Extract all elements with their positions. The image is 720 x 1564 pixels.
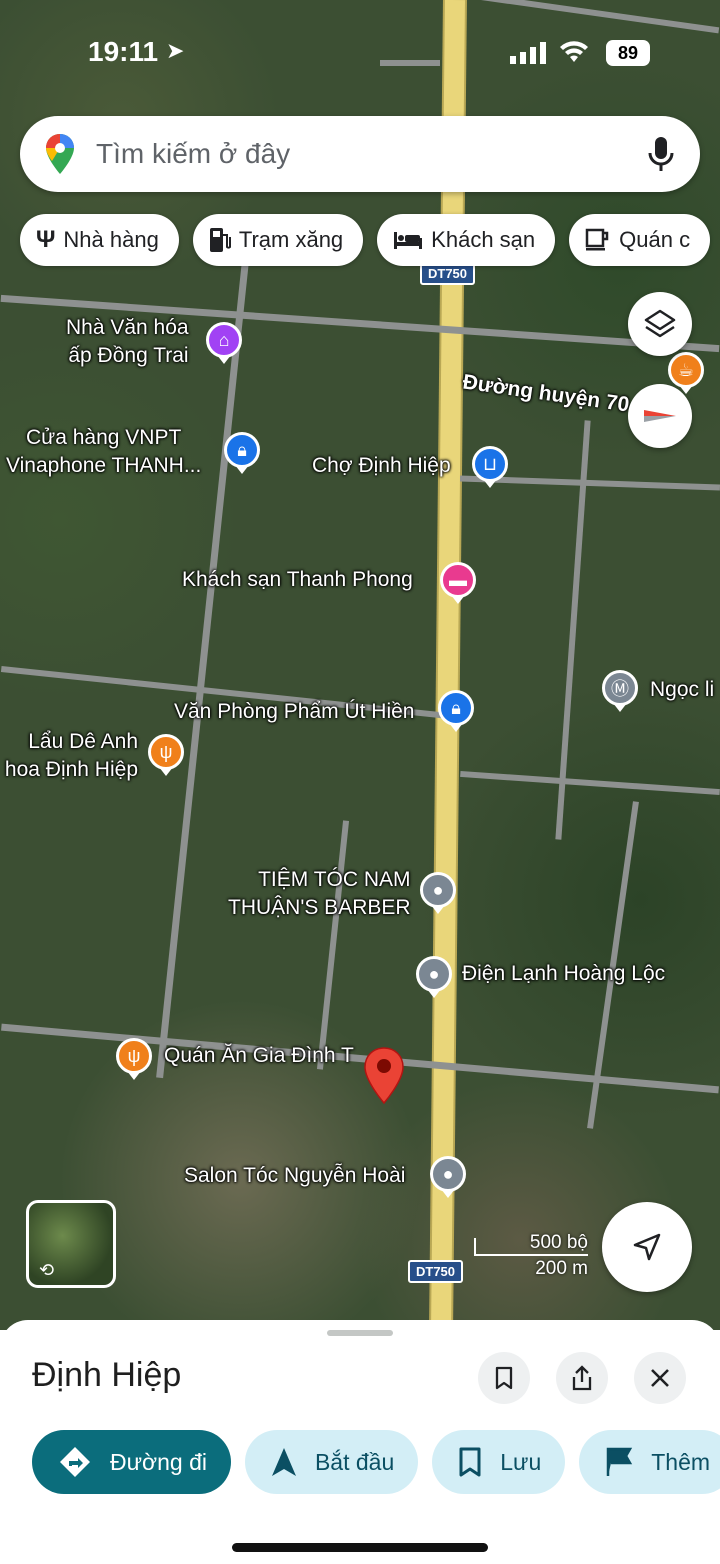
coffee-cup-icon [585, 228, 609, 251]
poi-label[interactable]: Salon Tóc Nguyễn Hoài [184, 1164, 405, 1188]
coffee-cup-icon[interactable]: ☕︎ [668, 352, 704, 388]
bookmark-icon [495, 1366, 513, 1390]
bed-icon[interactable]: ▬ [440, 562, 476, 598]
chip-hotels[interactable]: Khách sạn [377, 214, 556, 266]
search-input[interactable]: Tìm kiếm ở đây [96, 138, 290, 170]
map-view[interactable]: DT750 DT750 Đường huyện 70 ⌂ Nhà Văn hóa… [0, 0, 720, 1330]
rotate-360-icon: ⟲ [39, 1260, 55, 1280]
poi-label[interactable]: Quán Ăn Gia Đình T [164, 1044, 354, 1068]
pin-dot-icon[interactable]: ● [416, 956, 452, 992]
poi-label[interactable]: TIỆM TÓC NAM THUẬN'S BARBER [228, 866, 411, 922]
poi-label[interactable]: Điện Lạnh Hoàng Lộc [462, 962, 665, 986]
status-time: 19:11 [88, 36, 159, 67]
layers-button[interactable] [628, 292, 692, 356]
scale-top-label: 500 bộ [529, 1232, 588, 1253]
battery-indicator: 89 [606, 40, 650, 66]
location-arrow-icon: ➤ [166, 38, 185, 63]
microphone-icon[interactable] [648, 136, 674, 172]
status-bar: 19:11 ➤ 89 [0, 0, 720, 100]
poi-label[interactable]: Ngọc li [650, 678, 714, 702]
road-shield: DT750 [408, 1260, 464, 1283]
cellular-signal-icon [510, 42, 546, 64]
search-bar[interactable]: Tìm kiếm ở đây [20, 116, 700, 192]
bookmark-icon [459, 1447, 481, 1477]
compass-button[interactable] [628, 384, 692, 448]
shopping-cart-icon[interactable]: ⊔ [472, 446, 508, 482]
pin-dot-icon[interactable]: ● [420, 872, 456, 908]
scale-bottom-label: 200 m [535, 1258, 588, 1279]
poi-label[interactable]: Khách sạn Thanh Phong [182, 568, 413, 592]
road-segment [460, 770, 720, 796]
place-title: Định Hiệp [32, 1356, 182, 1394]
navigation-arrow-icon [271, 1448, 296, 1476]
fork-knife-icon: Ψ [36, 226, 56, 253]
fork-knife-icon[interactable]: ψ [148, 734, 184, 770]
bed-icon [394, 232, 423, 249]
share-icon [572, 1365, 592, 1391]
more-label: Thêm [651, 1448, 711, 1475]
place-bottom-sheet[interactable]: Định Hiệp Đường đi Bắt đầu Lưu Thêm [0, 1320, 720, 1564]
share-button[interactable] [556, 1352, 608, 1404]
road-segment [316, 820, 350, 1070]
gas-station-icon [209, 228, 231, 252]
scale-bar: 500 bộ 200 m [474, 1232, 588, 1282]
landmark-icon[interactable]: Ⓜ [602, 670, 638, 706]
pin-dot-icon[interactable]: ● [430, 1156, 466, 1192]
chip-coffee[interactable]: Quán c [569, 214, 711, 266]
chip-label: Quán c [619, 227, 691, 252]
my-location-button[interactable] [602, 1202, 692, 1292]
shopping-bag-icon[interactable]: 🔒︎ [224, 432, 260, 468]
flag-icon [607, 1447, 633, 1476]
directions-label: Đường đi [110, 1448, 207, 1475]
category-chips: Ψ Nhà hàng Trạm xăng Khách sạn Quán c [20, 214, 711, 266]
more-button[interactable]: Thêm [579, 1430, 720, 1494]
shopping-bag-icon[interactable]: 🔒︎ [438, 690, 474, 726]
google-maps-logo-icon [46, 134, 74, 174]
scale-tick [474, 1238, 476, 1256]
compass-icon [644, 410, 676, 422]
home-indicator[interactable] [232, 1543, 488, 1552]
directions-icon [60, 1447, 90, 1477]
poi-label[interactable]: Cửa hàng VNPT Vinaphone THANH... [6, 424, 201, 480]
layers-icon [644, 309, 676, 338]
poi-label[interactable]: Lẩu Dê Anh hoa Định Hiệp [0, 728, 138, 784]
start-label: Bắt đầu [314, 1448, 395, 1475]
directions-button[interactable]: Đường đi [32, 1430, 231, 1494]
poi-label[interactable]: Nhà Văn hóa ấp Đồng Trai [66, 314, 189, 370]
scale-line [474, 1254, 588, 1256]
poi-label[interactable]: Văn Phòng Phẩm Út Hiền [174, 700, 414, 724]
chip-restaurants[interactable]: Ψ Nhà hàng [20, 214, 179, 266]
chip-label: Khách sạn [431, 227, 536, 252]
close-icon [651, 1369, 669, 1387]
road-dt750 [431, 0, 465, 1330]
poi-label[interactable]: Chợ Định Hiệp [312, 454, 451, 478]
save-bookmark-button[interactable] [478, 1352, 530, 1404]
close-button[interactable] [634, 1352, 686, 1404]
road-segment [1, 1023, 719, 1094]
road-name-label: Đường huyện 70 [461, 370, 631, 417]
chip-gas-stations[interactable]: Trạm xăng [192, 214, 364, 266]
navigation-arrow-icon [633, 1233, 661, 1261]
museum-icon[interactable]: ⌂ [206, 322, 242, 358]
action-buttons: Đường đi Bắt đầu Lưu Thêm [32, 1430, 720, 1494]
sheet-grabber[interactable] [327, 1330, 393, 1336]
save-button[interactable]: Lưu [432, 1430, 566, 1494]
street-view-thumbnail[interactable]: ⟲ [26, 1200, 116, 1288]
selected-location-marker[interactable] [362, 1046, 406, 1106]
chip-label: Nhà hàng [63, 227, 159, 252]
wifi-icon [560, 41, 588, 62]
chip-label: Trạm xăng [238, 227, 344, 252]
start-button[interactable]: Bắt đầu [244, 1430, 419, 1494]
fork-knife-icon[interactable]: ψ [116, 1038, 152, 1074]
save-label: Lưu [500, 1448, 542, 1475]
